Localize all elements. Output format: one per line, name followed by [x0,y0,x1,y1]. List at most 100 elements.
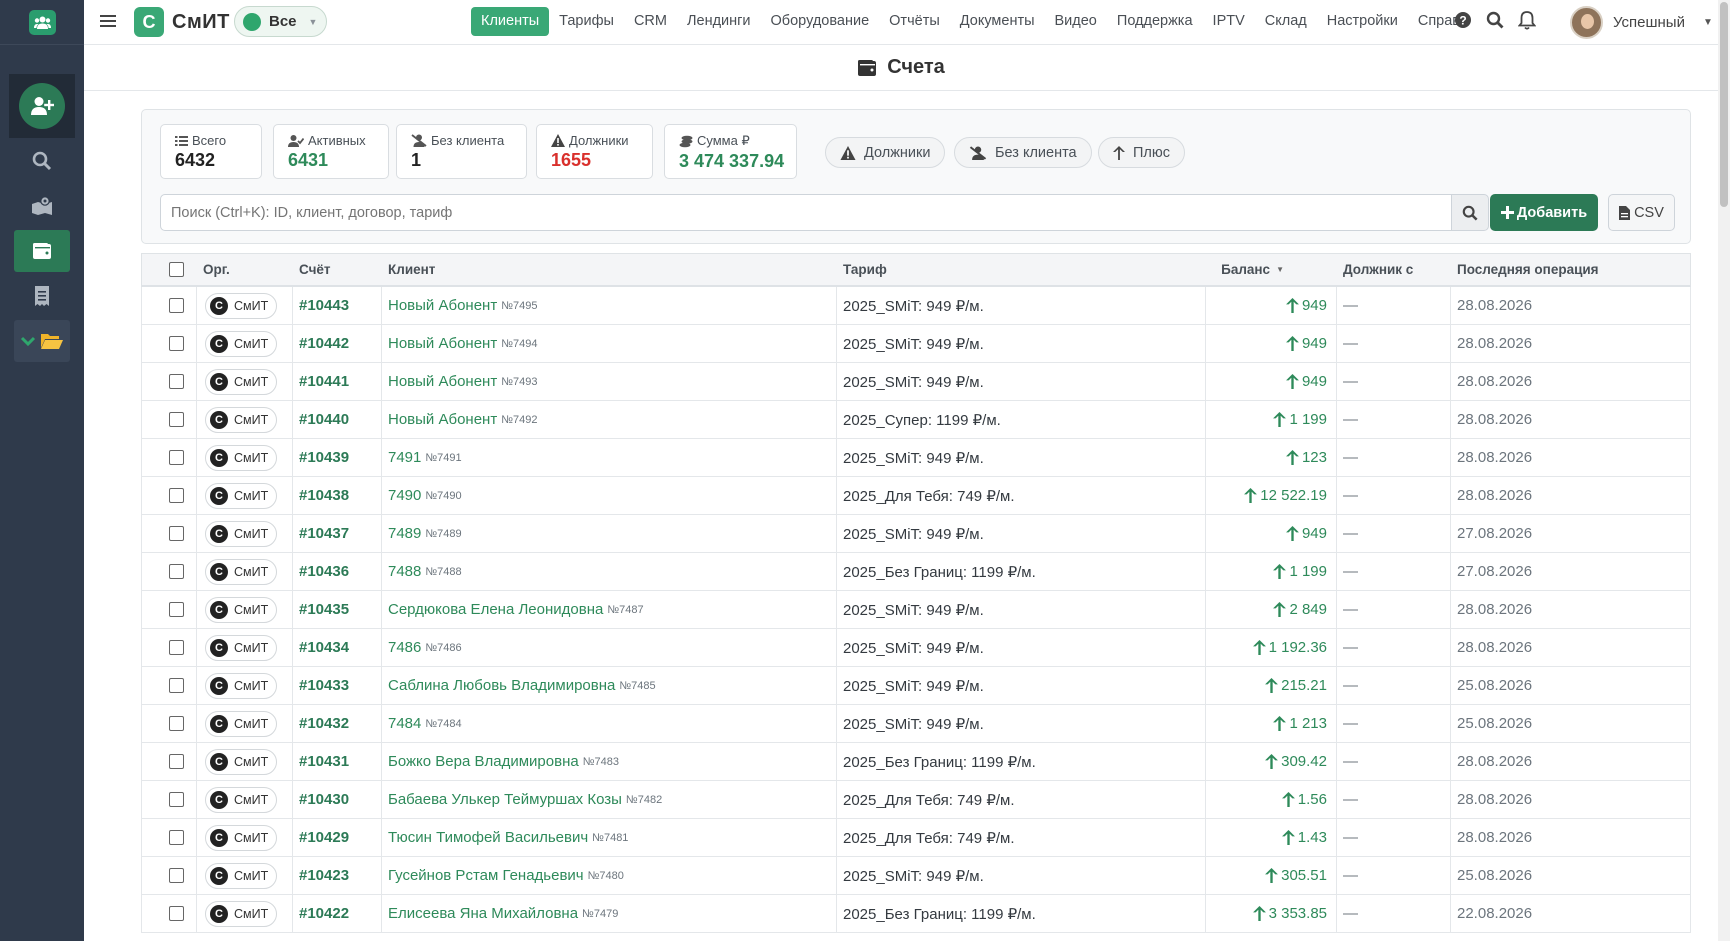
row-checkbox[interactable] [169,640,184,655]
account-number-link[interactable]: #10423 [299,857,349,894]
brand-logo[interactable]: С СмИТ [134,7,230,37]
table-row[interactable]: С СмИТ #10443 Новый Абонент №7495 2025_SM… [141,287,1691,325]
sidebar-folders[interactable] [14,320,70,362]
org-badge[interactable]: С СмИТ [205,672,278,699]
org-badge[interactable]: С СмИТ [205,862,278,889]
client-link[interactable]: 7490 №7490 [388,477,462,514]
account-number-link[interactable]: #10431 [299,743,349,780]
account-number-link[interactable]: #10440 [299,401,349,438]
org-badge[interactable]: С СмИТ [205,748,278,775]
row-checkbox[interactable] [169,488,184,503]
row-checkbox[interactable] [169,564,184,579]
header-balance-sort[interactable]: Баланс ▼ [1107,254,1284,285]
row-checkbox[interactable] [169,412,184,427]
client-link[interactable]: 7488 №7488 [388,553,462,590]
client-link[interactable]: Саблина Любовь Владимировна №7485 [388,667,656,704]
table-row[interactable]: С СмИТ #10441 Новый Абонент №7493 2025_SM… [141,363,1691,401]
header-client[interactable]: Клиент [388,254,435,285]
account-number-link[interactable]: #10434 [299,629,349,666]
sidebar-add-client-button[interactable] [9,74,75,138]
client-link[interactable]: Новый Абонент №7492 [388,401,537,438]
account-number-link[interactable]: #10435 [299,591,349,628]
table-row[interactable]: С СмИТ #10439 7491 №7491 2025_SMiT: 949 ₽… [141,439,1691,477]
row-checkbox[interactable] [169,336,184,351]
nav-reports[interactable]: Отчёты [879,7,950,36]
help-icon[interactable]: ? [1454,11,1472,29]
org-badge[interactable]: С СмИТ [205,596,278,623]
nav-landings[interactable]: Лендинги [677,7,761,36]
row-checkbox[interactable] [169,602,184,617]
client-link[interactable]: Елисеева Яна Михайловна №7479 [388,895,618,932]
nav-iptv[interactable]: IPTV [1203,7,1255,36]
select-all-checkbox[interactable] [169,262,184,277]
client-link[interactable]: 7489 №7489 [388,515,462,552]
client-link[interactable]: Божко Вера Владимировна №7483 [388,743,619,780]
nav-settings[interactable]: Настройки [1317,7,1408,36]
account-number-link[interactable]: #10438 [299,477,349,514]
table-row[interactable]: С СмИТ #10436 7488 №7488 2025_Без Границ:… [141,553,1691,591]
row-checkbox[interactable] [169,754,184,769]
org-badge[interactable]: С СмИТ [205,444,278,471]
org-badge[interactable]: С СмИТ [205,520,278,547]
org-badge[interactable]: С СмИТ [205,406,278,433]
org-badge[interactable]: С СмИТ [205,786,278,813]
row-checkbox[interactable] [169,298,184,313]
org-badge[interactable]: С СмИТ [205,900,278,927]
account-number-link[interactable]: #10432 [299,705,349,742]
client-link[interactable]: Новый Абонент №7493 [388,363,537,400]
filter-plus-button[interactable]: Плюс [1098,137,1186,168]
nav-tariffs[interactable]: Тарифы [549,7,624,36]
client-link[interactable]: Гусейнов Рстам Генадьевич №7480 [388,857,624,894]
account-number-link[interactable]: #10430 [299,781,349,818]
account-number-link[interactable]: #10439 [299,439,349,476]
page-scrollbar[interactable] [1718,0,1730,941]
add-account-button[interactable]: Добавить [1490,194,1598,231]
table-row[interactable]: С СмИТ #10423 Гусейнов Рстам Генадьевич №… [141,857,1691,895]
org-badge[interactable]: С СмИТ [205,292,278,319]
table-row[interactable]: С СмИТ #10434 7486 №7486 2025_SMiT: 949 ₽… [141,629,1691,667]
client-link[interactable]: Сердюкова Елена Леонидовна №7487 [388,591,644,628]
table-row[interactable]: С СмИТ #10440 Новый Абонент №7492 2025_Су… [141,401,1691,439]
header-debtor-since[interactable]: Должник с [1343,254,1413,285]
header-account[interactable]: Счёт [299,254,331,285]
account-number-link[interactable]: #10442 [299,325,349,362]
client-link[interactable]: Бабаева Улькер Теймуршах Козы №7482 [388,781,662,818]
nav-clients[interactable]: Клиенты [471,7,550,36]
table-row[interactable]: С СмИТ #10432 7484 №7484 2025_SMiT: 949 ₽… [141,705,1691,743]
table-row[interactable]: С СмИТ #10431 Божко Вера Владимировна №74… [141,743,1691,781]
sidebar-search[interactable] [14,140,70,182]
header-last-operation[interactable]: Последняя операция [1457,254,1599,285]
account-number-link[interactable]: #10436 [299,553,349,590]
scope-select[interactable]: Все ▼ [234,6,327,37]
sidebar-receipts[interactable] [14,275,70,317]
row-checkbox[interactable] [169,678,184,693]
account-number-link[interactable]: #10441 [299,363,349,400]
org-badge[interactable]: С СмИТ [205,558,278,585]
nav-crm[interactable]: CRM [624,7,677,36]
table-row[interactable]: С СмИТ #10435 Сердюкова Елена Леонидовна… [141,591,1691,629]
filter-debtors-button[interactable]: Должники [825,137,946,168]
search-icon[interactable] [1486,11,1504,29]
table-row[interactable]: С СмИТ #10422 Елисеева Яна Михайловна №74… [141,895,1691,933]
table-row[interactable]: С СмИТ #10442 Новый Абонент №7494 2025_SM… [141,325,1691,363]
account-number-link[interactable]: #10429 [299,819,349,856]
table-row[interactable]: С СмИТ #10433 Саблина Любовь Владимировн… [141,667,1691,705]
nav-documents[interactable]: Документы [950,7,1045,36]
account-number-link[interactable]: #10433 [299,667,349,704]
row-checkbox[interactable] [169,792,184,807]
search-button[interactable] [1451,194,1489,231]
bell-icon[interactable] [1518,10,1536,30]
nav-warehouse[interactable]: Склад [1255,7,1317,36]
nav-equipment[interactable]: Оборудование [761,7,880,36]
search-input[interactable] [160,194,1452,231]
table-row[interactable]: С СмИТ #10429 Тюсин Тимофей Васильевич №7… [141,819,1691,857]
org-badge[interactable]: С СмИТ [205,330,278,357]
sidebar-accounts[interactable] [14,230,70,272]
account-number-link[interactable]: #10437 [299,515,349,552]
row-checkbox[interactable] [169,868,184,883]
account-number-link[interactable]: #10443 [299,287,349,324]
menu-toggle-icon[interactable] [100,14,116,31]
row-checkbox[interactable] [169,906,184,921]
client-link[interactable]: Тюсин Тимофей Васильевич №7481 [388,819,628,856]
table-row[interactable]: С СмИТ #10438 7490 №7490 2025_Для Тебя: 7… [141,477,1691,515]
